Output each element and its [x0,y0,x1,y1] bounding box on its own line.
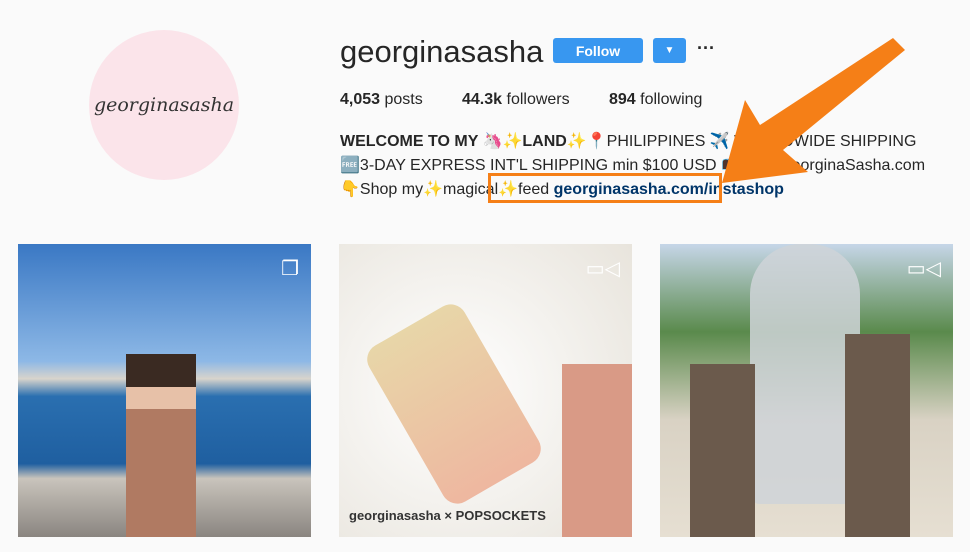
annotation-arrow [722,38,905,183]
